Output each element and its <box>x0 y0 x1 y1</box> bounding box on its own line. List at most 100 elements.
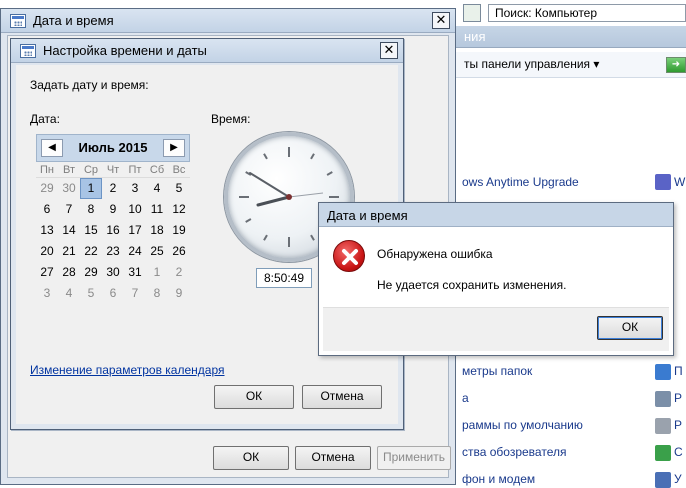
calendar-day[interactable]: 16 <box>102 220 124 241</box>
error-dialog-title[interactable]: Дата и время <box>319 203 673 227</box>
cp-right-item-3[interactable]: Р <box>674 391 682 405</box>
calendar-day[interactable]: 21 <box>58 241 80 262</box>
calendar-day[interactable]: 3 <box>36 283 58 304</box>
clock-second-hand <box>288 192 324 198</box>
calendar-day[interactable]: 4 <box>58 283 80 304</box>
calendar-day[interactable]: 4 <box>146 178 168 199</box>
calendar-day[interactable]: 29 <box>36 178 58 199</box>
calendar-day[interactable]: 7 <box>124 283 146 304</box>
calendar-day[interactable]: 8 <box>146 283 168 304</box>
control-panel-view-dropdown[interactable]: ты панели управления ▾ <box>456 52 686 78</box>
calendar-day[interactable]: 30 <box>58 178 80 199</box>
calendar-day[interactable]: 25 <box>146 241 168 262</box>
calendar-day[interactable]: 26 <box>168 241 190 262</box>
calendar-day[interactable]: 12 <box>168 199 190 220</box>
calendar-day[interactable]: 30 <box>102 262 124 283</box>
cp-item-phone-modem[interactable]: фон и модем <box>462 472 535 486</box>
calendar-day[interactable]: 9 <box>102 199 124 220</box>
date-time-titlebar[interactable]: Дата и время ✕ <box>1 9 455 33</box>
weekday-label: Пн <box>36 162 58 178</box>
monitor-icon <box>655 364 671 380</box>
calendar-day[interactable]: 27 <box>36 262 58 283</box>
calendar-day[interactable]: 14 <box>58 220 80 241</box>
calendar-icon <box>10 14 26 28</box>
close-button[interactable]: ✕ <box>380 42 398 59</box>
calendar-day[interactable]: 18 <box>146 220 168 241</box>
clock-hour-hand <box>256 195 291 207</box>
set-date-time-prompt: Задать дату и время: <box>30 78 149 92</box>
calendar-day[interactable]: 1 <box>146 262 168 283</box>
weekday-label: Сб <box>146 162 168 178</box>
cp-right-item-5[interactable]: С <box>674 445 683 459</box>
error-ok-button[interactable]: ОК <box>597 316 663 340</box>
calendar-day[interactable]: 10 <box>124 199 146 220</box>
windows-upgrade-icon <box>655 174 671 190</box>
weekday-label: Вс <box>168 162 190 178</box>
weekday-label: Чт <box>102 162 124 178</box>
go-arrow-icon[interactable]: ➜ <box>666 57 686 73</box>
weekday-label: Вт <box>58 162 80 178</box>
error-heading: Обнаружена ошибка <box>377 247 493 261</box>
calendar-day[interactable]: 5 <box>80 283 102 304</box>
calendar-day[interactable]: 5 <box>168 178 190 199</box>
cp-item-browser-options[interactable]: ства обозревателя <box>462 445 566 459</box>
microphone-icon <box>655 418 671 434</box>
time-input[interactable]: 8:50:49 <box>256 268 312 288</box>
calendar-day[interactable]: 22 <box>80 241 102 262</box>
error-message: Не удается сохранить изменения. <box>377 278 567 292</box>
close-button[interactable]: ✕ <box>432 12 450 29</box>
cp-right-item-1[interactable]: W <box>674 175 685 189</box>
dialog-cancel-button[interactable]: Отмена <box>302 385 382 409</box>
cancel-button[interactable]: Отмена <box>295 446 371 470</box>
calendar-day[interactable]: 9 <box>168 283 190 304</box>
cp-item-anytime-upgrade[interactable]: ows Anytime Upgrade <box>462 175 579 189</box>
calendar-day[interactable]: 6 <box>36 199 58 220</box>
calendar-day[interactable]: 7 <box>58 199 80 220</box>
calendar-day[interactable]: 2 <box>168 262 190 283</box>
clock-tick <box>326 171 333 176</box>
calendar-day[interactable]: 17 <box>124 220 146 241</box>
calendar-day[interactable]: 8 <box>80 199 102 220</box>
calendar-day[interactable]: 20 <box>36 241 58 262</box>
calendar-day[interactable]: 23 <box>102 241 124 262</box>
prev-month-button[interactable]: ◀ <box>41 139 63 157</box>
accounts-icon <box>655 472 671 488</box>
cp-right-item-4[interactable]: Р <box>674 418 682 432</box>
set-date-time-titlebar[interactable]: Настройка времени и даты ✕ <box>11 39 403 63</box>
calendar-day[interactable]: 31 <box>124 262 146 283</box>
control-panel-header: ния <box>456 26 686 48</box>
calendar: ◀ Июль 2015 ▶ Пн Вт Ср Чт Пт Сб Вс 29 30 1… <box>36 134 190 304</box>
calendar-day-selected[interactable]: 1 <box>80 178 102 199</box>
calendar-day[interactable]: 11 <box>146 199 168 220</box>
next-month-button[interactable]: ▶ <box>163 139 185 157</box>
cp-right-item-6[interactable]: У <box>674 472 682 486</box>
weekday-label: Ср <box>80 162 102 178</box>
cp-right-item-2[interactable]: П <box>674 364 683 378</box>
calendar-day[interactable]: 29 <box>80 262 102 283</box>
calendar-day[interactable]: 6 <box>102 283 124 304</box>
clock-tick <box>310 234 315 241</box>
time-label: Время: <box>211 112 251 126</box>
calendar-day[interactable]: 15 <box>80 220 102 241</box>
change-calendar-settings-link[interactable]: Изменение параметров календаря <box>30 363 225 377</box>
ok-button[interactable]: ОК <box>213 446 289 470</box>
cp-item-folder-options[interactable]: метры папок <box>462 364 532 378</box>
apply-button: Применить <box>377 446 451 470</box>
calendar-day[interactable]: 3 <box>124 178 146 199</box>
calendar-icon <box>20 44 36 58</box>
calendar-day[interactable]: 24 <box>124 241 146 262</box>
cp-item-3[interactable]: а <box>462 391 469 405</box>
window-title: Дата и время <box>33 13 114 28</box>
calendar-weekdays: Пн Вт Ср Чт Пт Сб Вс <box>36 162 190 178</box>
calendar-day[interactable]: 19 <box>168 220 190 241</box>
calendar-day[interactable]: 28 <box>58 262 80 283</box>
search-input[interactable]: Поиск: Компьютер <box>488 4 686 22</box>
calendar-month-year[interactable]: Июль 2015 <box>79 140 148 155</box>
calendar-day[interactable]: 13 <box>36 220 58 241</box>
dialog-ok-button[interactable]: ОК <box>214 385 294 409</box>
calendar-day[interactable]: 2 <box>102 178 124 199</box>
clock-tick <box>310 153 315 160</box>
printer-icon <box>655 391 671 407</box>
dialog-title: Настройка времени и даты <box>43 43 207 58</box>
cp-item-default-programs[interactable]: раммы по умолчанию <box>462 418 583 432</box>
